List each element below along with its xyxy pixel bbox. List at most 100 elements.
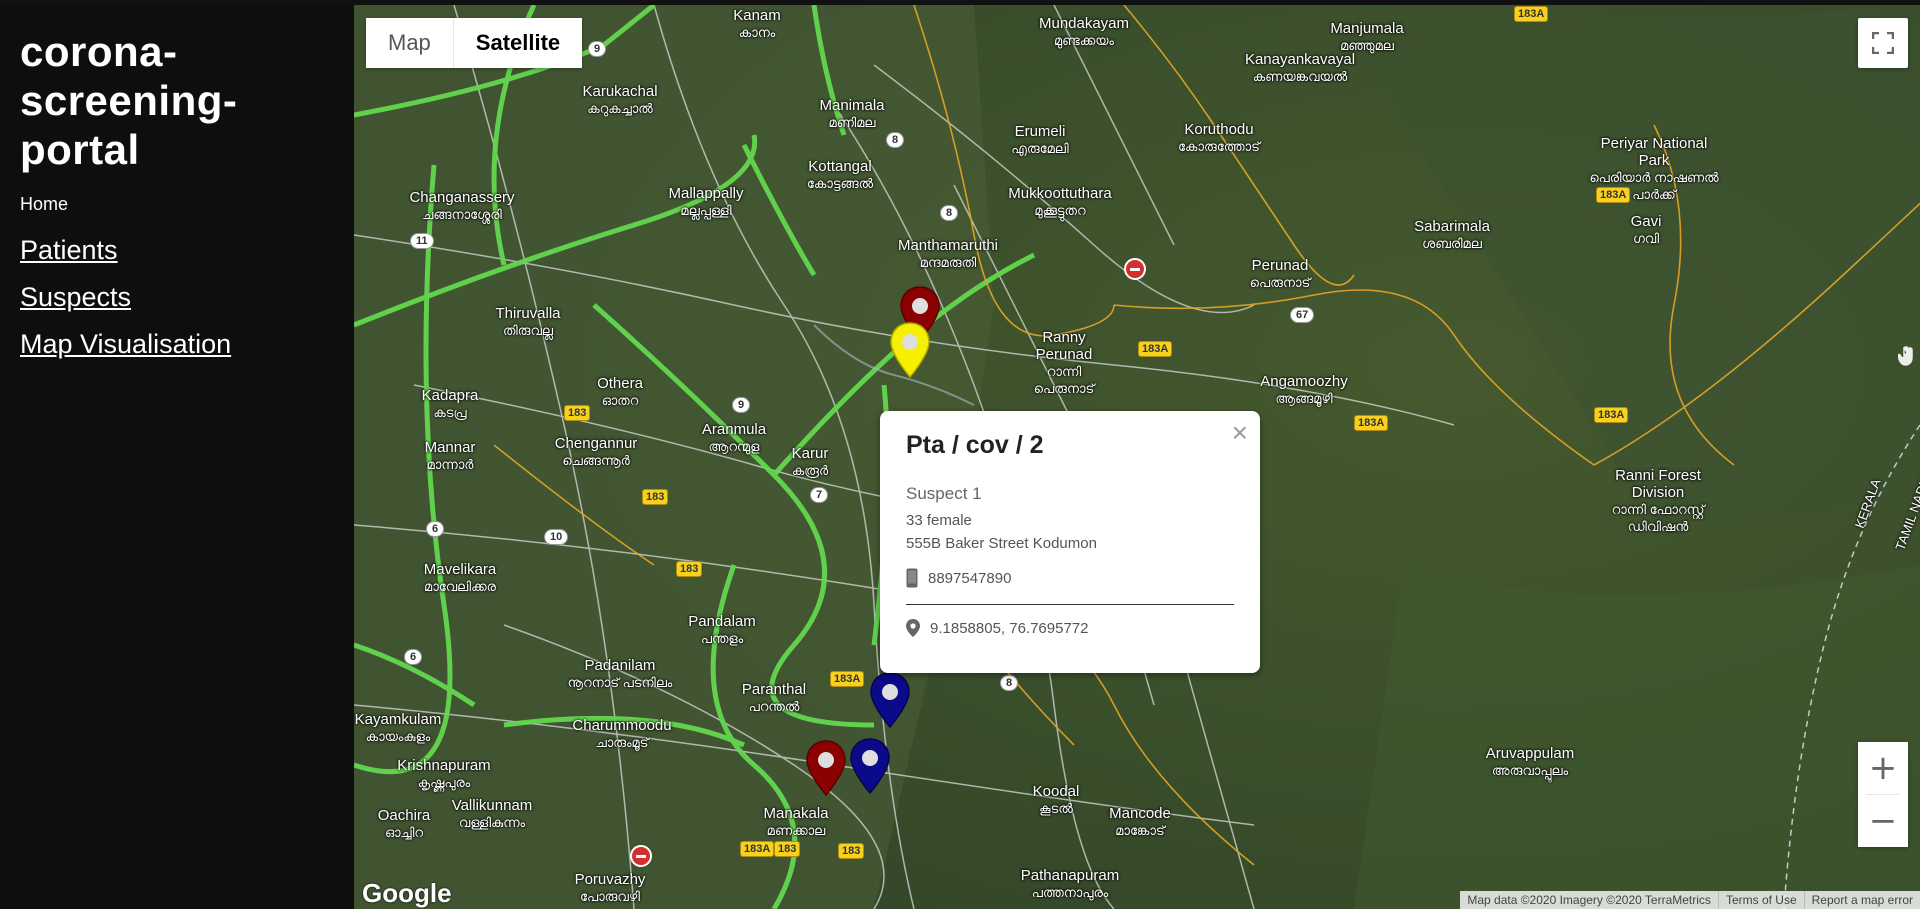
place-label: Pathanapuram പത്തനാപുരം — [1020, 867, 1120, 900]
place-label: Kanam കാനം — [733, 7, 781, 40]
place-label: Oachira ഓച്ചിറ — [377, 807, 431, 840]
place-label: Mannar മാന്നാർ — [424, 439, 476, 472]
fullscreen-button[interactable] — [1858, 18, 1908, 68]
place-label: Pandalam പന്തളം — [688, 613, 756, 646]
place-label: Manjumala മഞ്ഞുമല — [1330, 20, 1404, 53]
place-label: Changanassery ചങ്ങനാശ്ശേരി — [409, 189, 515, 222]
place-label: Mallappally മല്ലപ്പള്ളി — [668, 185, 744, 218]
road-shield: 8 — [886, 132, 905, 148]
road-shield: 183 — [676, 561, 703, 577]
place-label: Erumeli എരുമേലി — [1011, 123, 1069, 156]
hand-cursor-icon — [1898, 346, 1913, 366]
road-shield: 183A — [1354, 415, 1389, 431]
road-shield: 9 — [588, 41, 607, 57]
place-label: Kayamkulam കായംകുളം — [354, 711, 442, 744]
road-closure-icon[interactable] — [630, 845, 652, 867]
terms-of-use-link[interactable]: Terms of Use — [1717, 891, 1804, 909]
suspect-name: Suspect 1 — [906, 484, 982, 503]
place-label: Manimala മണിമല — [819, 97, 885, 130]
place-label: Perunad പെരുനാട് — [1249, 257, 1311, 290]
place-label: Kadapra കടപ്ര — [421, 387, 479, 420]
map-marker-blue[interactable] — [869, 671, 911, 729]
place-label: Krishnapuram കൃഷ്ണപുരം — [397, 757, 491, 790]
place-label: Karur കരൂർ — [791, 445, 829, 478]
sidebar-nav: Patients Suspects Map Visualisation — [20, 235, 334, 360]
map-marker-yellow[interactable] — [889, 321, 931, 379]
road-shield: 183A — [1594, 407, 1629, 423]
zoom-out-button[interactable]: − — [1858, 795, 1908, 847]
place-label: Paranthal പറന്തൽ — [741, 681, 807, 714]
road-closure-icon[interactable] — [1124, 258, 1146, 280]
place-label: Ranny Perunad റാന്നി പെരുനാട് — [1033, 329, 1095, 396]
road-shield: 7 — [810, 487, 829, 503]
road-shield: 6 — [426, 521, 445, 537]
map-type-control: Map Satellite — [366, 18, 583, 68]
map-type-map-button[interactable]: Map — [366, 18, 453, 68]
sidebar: corona-screening-portal Home Patients Su… — [0, 5, 354, 909]
place-label: Kottangal കോട്ടങ്ങൽ — [806, 158, 874, 191]
map-marker-red[interactable] — [805, 739, 847, 797]
map-canvas[interactable]: Kanam കാനം Mundakayam മുണ്ടക്കയം Manjumala… — [354, 5, 1920, 909]
report-map-error-link[interactable]: Report a map error — [1803, 891, 1920, 909]
road-shield: 183A — [830, 671, 865, 687]
road-shield: 67 — [1290, 307, 1315, 323]
map-attribution: Map data ©2020 Imagery ©2020 TerraMetric… — [1460, 891, 1920, 909]
road-shield: 8 — [940, 205, 959, 221]
location-pin-icon — [906, 619, 920, 637]
coordinates: 9.1858805, 76.7695772 — [930, 619, 1089, 637]
phone-number: 8897547890 — [928, 569, 1012, 587]
nav-link-map-visualisation[interactable]: Map Visualisation — [20, 329, 334, 360]
place-label: Aranmula ആറന്മുള — [701, 421, 767, 454]
home-link[interactable]: Home — [20, 194, 334, 215]
place-label: Manthamaruthi മന്ദമരുതി — [897, 237, 999, 270]
zoom-in-button[interactable]: + — [1858, 742, 1908, 794]
map-type-satellite-button[interactable]: Satellite — [452, 18, 583, 68]
place-label: Mancode മാങ്കോട് — [1109, 805, 1171, 838]
app-root: corona-screening-portal Home Patients Su… — [0, 0, 1920, 909]
place-label: Mavelikara മാവേലിക്കര — [423, 561, 497, 594]
place-label: Vallikunnam വള്ളികുന്നം — [451, 797, 533, 830]
road-shield: 183A — [740, 841, 775, 857]
road-shield: 183A — [1514, 6, 1549, 22]
road-shield: 183 — [774, 841, 801, 857]
place-label: Mukkoottuthara മുക്കൂട്ടുതറ — [1008, 185, 1112, 218]
road-shield: 183A — [1596, 187, 1631, 203]
place-label: Ranni Forest Division റാന്നി ഫോറസ്റ്റ് ഡി… — [1611, 467, 1705, 534]
phone-row: 8897547890 — [906, 568, 1234, 588]
place-label: Mundakayam മുണ്ടക്കയം — [1038, 15, 1130, 48]
road-shield: 183 — [642, 489, 669, 505]
place-label: Poruvazhy പോരുവഴി — [574, 871, 646, 904]
address: 555B Baker Street Kodumon — [906, 535, 1097, 552]
road-shield: 8 — [1000, 675, 1019, 691]
road-shield: 9 — [732, 397, 751, 413]
place-label: Othera ഓതറ — [597, 375, 643, 408]
place-label: Kanayankavayal കണയങ്കവയൽ — [1244, 51, 1356, 84]
info-title: Pta / cov / 2 — [906, 431, 1044, 459]
road-shield: 11 — [410, 233, 434, 249]
road-shield: 183 — [564, 405, 591, 421]
info-window: × Pta / cov / 2 Suspect 1 33 female 555B… — [880, 411, 1260, 673]
place-label: Aruvappulam അരുവാപ്പുലം — [1485, 745, 1575, 778]
place-label: Thiruvalla തിരുവല്ല — [495, 305, 561, 338]
info-divider — [906, 604, 1234, 605]
road-shield: 183A — [1138, 341, 1173, 357]
coords-row: 9.1858805, 76.7695772 — [906, 619, 1234, 637]
place-label: Manakala മണക്കാല — [763, 805, 829, 838]
road-shield: 6 — [404, 649, 423, 665]
fullscreen-icon — [1872, 32, 1894, 54]
place-label: Chengannur ചെങ്ങന്നൂർ — [554, 435, 638, 468]
google-logo: Google — [362, 878, 452, 908]
nav-link-patients[interactable]: Patients — [20, 235, 334, 266]
nav-link-suspects[interactable]: Suspects — [20, 282, 334, 313]
phone-icon — [906, 568, 918, 588]
place-label: Koruthodu കോരുത്തോട് — [1178, 121, 1260, 154]
place-label: Charummoodu ചാരുംമൂട് — [572, 717, 672, 750]
place-label: Gavi ഗവി — [1630, 213, 1662, 246]
age-gender: 33 female — [906, 512, 972, 529]
place-label: Koodal കൂടൽ — [1032, 783, 1080, 816]
close-icon[interactable]: × — [1232, 419, 1248, 447]
place-label: Padanilam നൂറനാട് പടനിലം — [567, 657, 673, 690]
map-marker-blue[interactable] — [849, 737, 891, 795]
road-shield: 10 — [544, 529, 569, 545]
place-label: Sabarimala ശബരിമല — [1414, 218, 1490, 251]
